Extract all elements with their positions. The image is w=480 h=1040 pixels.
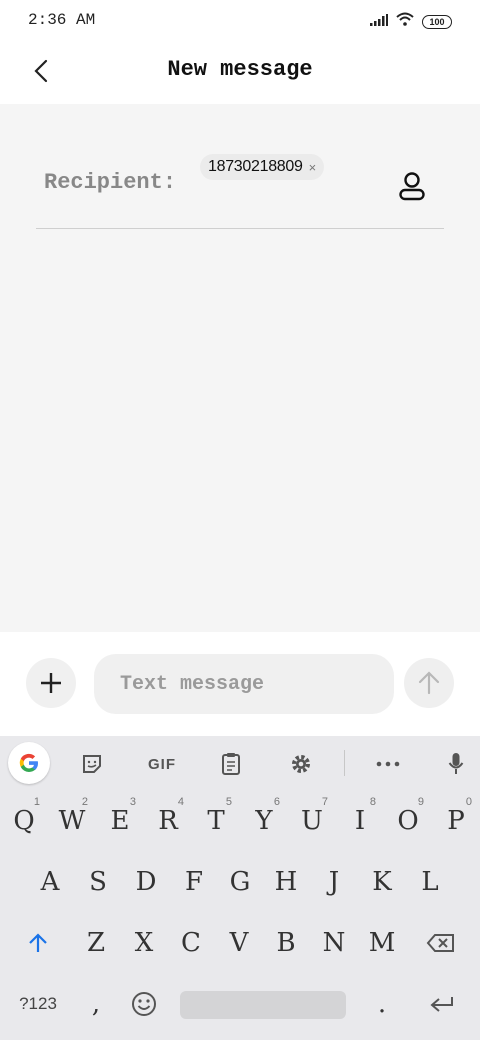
- key-e[interactable]: E3: [98, 796, 142, 846]
- key-g[interactable]: G: [216, 857, 264, 907]
- clipboard-icon: [222, 753, 240, 775]
- period-key[interactable]: .: [358, 979, 406, 1029]
- key-s[interactable]: S: [74, 857, 122, 907]
- plus-icon: [41, 673, 61, 693]
- key-k[interactable]: K: [358, 857, 406, 907]
- key-i[interactable]: I8: [338, 796, 382, 846]
- sticker-button[interactable]: [72, 744, 112, 784]
- backspace-icon: [426, 934, 454, 952]
- voice-button[interactable]: [436, 744, 476, 784]
- key-r[interactable]: R4: [146, 796, 190, 846]
- status-icons: 100: [370, 12, 452, 31]
- emoji-icon: [132, 992, 156, 1016]
- key-a[interactable]: A: [26, 857, 74, 907]
- attach-button[interactable]: [26, 658, 76, 708]
- space-key[interactable]: [180, 991, 346, 1019]
- remove-recipient-icon[interactable]: ×: [309, 160, 317, 175]
- status-bar: 2:36 AM 100: [0, 0, 480, 40]
- gear-icon: [292, 755, 310, 773]
- key-m[interactable]: M: [358, 918, 406, 968]
- key-n[interactable]: N: [310, 918, 358, 968]
- contacts-button[interactable]: [392, 166, 432, 206]
- page-title: New message: [167, 57, 313, 82]
- settings-button[interactable]: [281, 744, 321, 784]
- battery-icon: 100: [422, 14, 452, 29]
- key-f[interactable]: F: [170, 857, 218, 907]
- status-time: 2:36 AM: [28, 11, 96, 29]
- toolbar-divider: [344, 750, 345, 776]
- keyboard-toolbar: GIF: [0, 736, 480, 790]
- send-button[interactable]: [404, 658, 454, 708]
- send-arrow-icon: [418, 671, 440, 695]
- key-c[interactable]: C: [167, 918, 215, 968]
- emoji-key[interactable]: [122, 979, 166, 1029]
- shift-arrow-icon: [29, 933, 47, 952]
- enter-key[interactable]: [414, 979, 470, 1029]
- key-j[interactable]: J: [310, 857, 358, 907]
- keyboard: GIF Q 1 W 2 E 3 R 4 T 5 Y 6 U 7 I 8 O 9 …: [0, 736, 480, 1040]
- key-q[interactable]: Q1: [2, 796, 46, 846]
- symbols-key[interactable]: ?123: [10, 979, 66, 1029]
- gif-label: GIF: [148, 755, 176, 773]
- recipient-area: Recipient: 18730218809 ×: [0, 104, 480, 632]
- gif-button[interactable]: GIF: [140, 744, 184, 784]
- key-t[interactable]: T5: [194, 796, 238, 846]
- recipient-label: Recipient:: [44, 170, 177, 195]
- divider: [36, 228, 444, 229]
- clipboard-button[interactable]: [211, 744, 251, 784]
- key-b[interactable]: B: [262, 918, 310, 968]
- key-h[interactable]: H: [262, 857, 310, 907]
- more-icon: [376, 761, 400, 767]
- key-l[interactable]: L: [406, 857, 454, 907]
- key-p[interactable]: P0: [434, 796, 478, 846]
- key-o[interactable]: O9: [386, 796, 430, 846]
- recipient-chip-text: 18730218809: [208, 158, 303, 175]
- key-w[interactable]: W2: [50, 796, 94, 846]
- enter-icon: [430, 997, 453, 1012]
- more-button[interactable]: [368, 744, 408, 784]
- sticker-icon: [83, 755, 101, 773]
- backspace-key[interactable]: [414, 918, 468, 968]
- signal-icon: [370, 13, 388, 31]
- key-y[interactable]: Y6: [242, 796, 286, 846]
- google-button[interactable]: [8, 742, 50, 784]
- key-z[interactable]: Z: [72, 918, 120, 968]
- message-input[interactable]: [94, 654, 394, 714]
- comma-key[interactable]: ,: [72, 979, 120, 1029]
- key-u[interactable]: U7: [290, 796, 334, 846]
- recipient-chip[interactable]: 18730218809 ×: [200, 154, 325, 180]
- person-icon: [399, 172, 425, 201]
- wifi-icon: [396, 12, 414, 31]
- header: New message: [0, 40, 480, 104]
- mic-icon: [448, 753, 464, 774]
- key-v[interactable]: V: [215, 918, 263, 968]
- composer-bar: [0, 632, 480, 736]
- google-icon: [19, 753, 39, 773]
- key-d[interactable]: D: [122, 857, 170, 907]
- shift-key[interactable]: [12, 918, 64, 968]
- key-x[interactable]: X: [120, 918, 168, 968]
